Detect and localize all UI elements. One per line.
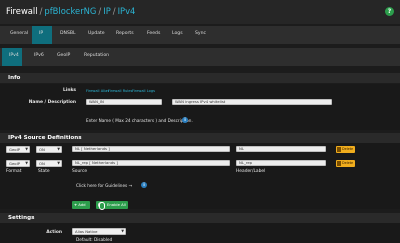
delete-button-label: Delete	[342, 161, 354, 165]
info-panel-body	[0, 84, 400, 130]
tab-feeds[interactable]: Feeds	[147, 31, 160, 36]
tab-general[interactable]: General	[10, 31, 28, 36]
name-hint-text: Enter Name ( Max 24 characters ) and Des…	[86, 118, 193, 123]
chevron-down-icon: ▼	[121, 229, 124, 233]
links-label: Links	[63, 88, 76, 93]
format-select-value: GeoIP	[9, 147, 21, 152]
source-panel-title: IPv4 Source Definitions	[8, 135, 82, 141]
breadcrumb-ip[interactable]: IP	[103, 6, 111, 16]
link-firewall-rules[interactable]: Firewall Rules	[108, 89, 132, 93]
format-select[interactable]: GeoIP ▼	[6, 146, 30, 153]
link-firewall-alias[interactable]: Firewall Alias	[86, 89, 109, 93]
info-panel-title: Info	[8, 75, 21, 81]
info-icon[interactable]: i	[182, 117, 188, 123]
delete-button[interactable]: Delete	[336, 160, 355, 167]
tab-reports[interactable]: Reports	[116, 31, 134, 36]
info-icon[interactable]: i	[141, 182, 147, 188]
delete-button[interactable]: Delete	[336, 146, 355, 153]
format-select[interactable]: GeoIP ▼	[6, 160, 30, 167]
source-input[interactable]: NL_rep [ Netherlands ]	[72, 160, 230, 166]
plus-icon: +	[74, 202, 78, 207]
chevron-down-icon: ▼	[57, 161, 60, 165]
col-state-label: State	[38, 169, 50, 174]
breadcrumb-firewall: Firewall	[6, 6, 38, 16]
format-select-value: GeoIP	[9, 161, 21, 166]
col-format-label: Format	[6, 169, 22, 174]
settings-panel-header	[0, 213, 400, 223]
settings-panel-title: Settings	[8, 215, 35, 221]
delete-button-label: Delete	[342, 147, 354, 151]
breadcrumb-separator: /	[112, 6, 116, 16]
enable-all-label: Enable All	[107, 202, 126, 207]
subtab-reputation[interactable]: Reputation	[84, 53, 109, 58]
add-button-label: Add	[78, 202, 86, 207]
chevron-down-icon: ▼	[25, 147, 28, 151]
breadcrumb-separator: /	[98, 6, 102, 16]
help-icon[interactable]: ?	[385, 7, 394, 16]
tab-update[interactable]: Update	[88, 31, 105, 36]
breadcrumb-ipv4[interactable]: IPv4	[118, 6, 136, 16]
action-select-value: Alias Native	[75, 229, 98, 234]
action-default-text: Default: Disabled	[76, 237, 113, 242]
tab-ip[interactable]: IP	[39, 31, 43, 36]
state-select[interactable]: ON ▼	[36, 160, 62, 167]
trash-icon	[337, 147, 341, 152]
name-input[interactable]: WAN_IN	[86, 99, 162, 105]
col-source-label: Source	[72, 169, 88, 174]
trash-icon	[337, 161, 341, 166]
enable-all-button[interactable]: Enable All	[96, 201, 128, 210]
subtab-ipv6[interactable]: IPv6	[34, 53, 44, 58]
guidelines-link[interactable]: Click here for Guidelines →	[76, 183, 132, 188]
chevron-down-icon: ▼	[25, 161, 28, 165]
toggle-icon	[98, 202, 105, 210]
breadcrumb-separator: /	[39, 6, 43, 16]
breadcrumb-pfblockerng[interactable]: pfBlockerNG	[44, 6, 96, 16]
state-select[interactable]: ON ▼	[36, 146, 62, 153]
state-select-value: ON	[39, 161, 45, 166]
page-header: Firewall / pfBlockerNG / IP / IPv4 ?	[0, 0, 400, 24]
col-header-label: Header/Label	[236, 169, 266, 174]
subtab-ipv4[interactable]: IPv4	[9, 53, 19, 58]
subtab-geoip[interactable]: GeoIP	[57, 53, 70, 58]
tab-logs[interactable]: Logs	[172, 31, 183, 36]
tab-dnsbl[interactable]: DNSBL	[60, 31, 76, 36]
header-input[interactable]: NL_rep	[236, 160, 326, 166]
link-firewall-logs[interactable]: Firewall Logs	[132, 89, 155, 93]
state-select-value: ON	[39, 147, 45, 152]
breadcrumb: Firewall / pfBlockerNG / IP / IPv4	[6, 6, 135, 16]
action-label: Action	[46, 230, 62, 235]
tab-sync[interactable]: Sync	[195, 31, 206, 36]
description-input[interactable]: WAN ingress IPv4 whitelist	[172, 99, 332, 105]
name-description-label: Name / Description	[28, 100, 76, 105]
info-panel-header	[0, 73, 400, 83]
add-button[interactable]: +Add	[72, 201, 90, 209]
action-select[interactable]: Alias Native ▼	[72, 228, 126, 235]
chevron-down-icon: ▼	[57, 147, 60, 151]
source-input[interactable]: NL [ Netherlands ]	[72, 146, 230, 152]
header-input[interactable]: NL	[236, 146, 326, 152]
